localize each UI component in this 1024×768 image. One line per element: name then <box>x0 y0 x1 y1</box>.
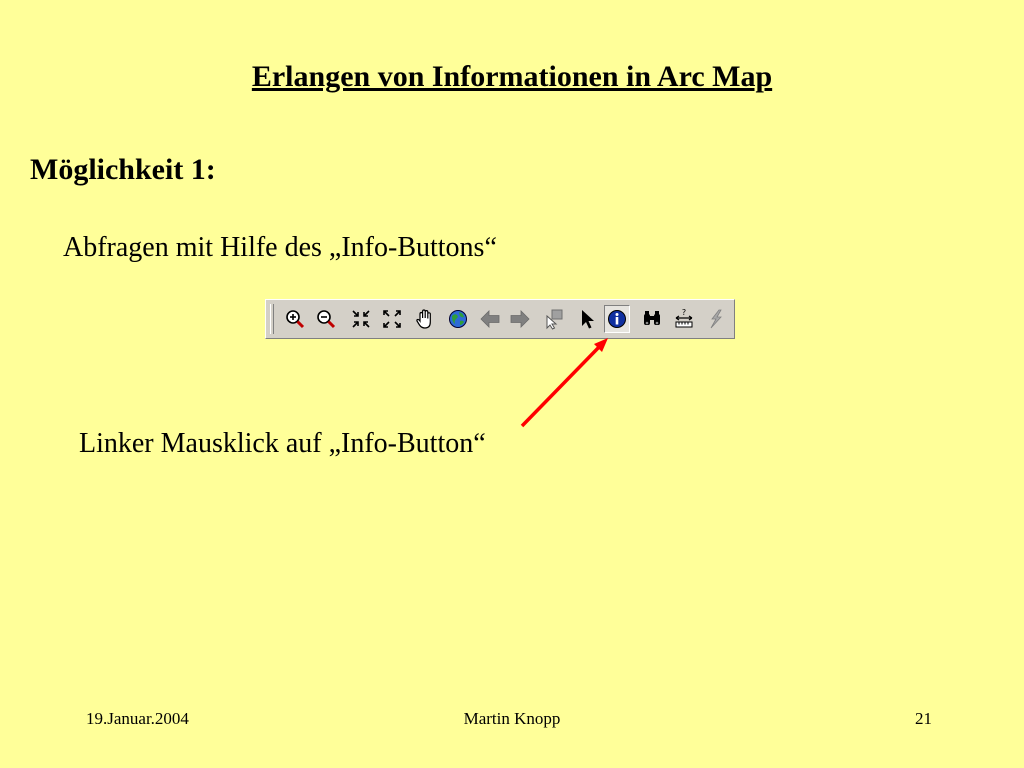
zoom-in-button[interactable] <box>282 305 308 333</box>
zoom-out-icon <box>317 310 336 329</box>
select-elements-button[interactable] <box>574 305 600 333</box>
hyperlink-lightning-icon <box>710 309 722 329</box>
back-arrow-icon <box>480 310 500 328</box>
footer-author: Martin Knopp <box>463 709 561 728</box>
fixed-zoom-out-button[interactable] <box>379 305 405 333</box>
select-features-icon <box>546 309 563 330</box>
fixed-zoom-in-button[interactable] <box>348 305 374 333</box>
select-features-button[interactable] <box>541 305 567 333</box>
back-button[interactable] <box>477 305 503 333</box>
full-extent-button[interactable] <box>445 305 471 333</box>
full-extent-globe-icon <box>449 310 467 328</box>
instruction-text: Linker Mausklick auf „Info-Button“ <box>79 428 486 459</box>
pan-button[interactable] <box>412 305 438 333</box>
tools-toolbar: ? <box>265 299 735 339</box>
toolbar-grip-handle[interactable] <box>270 304 274 334</box>
select-elements-pointer-icon <box>582 310 594 329</box>
find-binoculars-icon <box>644 311 660 325</box>
hyperlink-button[interactable] <box>703 305 729 333</box>
fixed-zoom-in-icon <box>352 310 370 328</box>
forward-button[interactable] <box>507 305 533 333</box>
identify-info-icon <box>608 310 626 328</box>
fixed-zoom-out-icon <box>383 310 401 328</box>
pan-hand-icon <box>416 309 431 329</box>
zoom-in-icon <box>286 310 305 329</box>
slide-title: Erlangen von Informationen in Arc Map <box>251 60 773 93</box>
zoom-out-button[interactable] <box>313 305 339 333</box>
measure-icon: ? <box>675 308 693 328</box>
find-button[interactable] <box>639 305 665 333</box>
slide-subtitle: Möglichkeit 1: <box>30 153 216 186</box>
description-text: Abfragen mit Hilfe des „Info-Buttons“ <box>63 232 497 263</box>
forward-arrow-icon <box>510 310 530 328</box>
red-pointer-arrow <box>520 338 608 428</box>
footer-page-number: 21 <box>915 709 932 728</box>
svg-text:?: ? <box>682 308 686 317</box>
measure-button[interactable]: ? <box>671 305 697 333</box>
identify-info-button[interactable] <box>604 305 630 333</box>
